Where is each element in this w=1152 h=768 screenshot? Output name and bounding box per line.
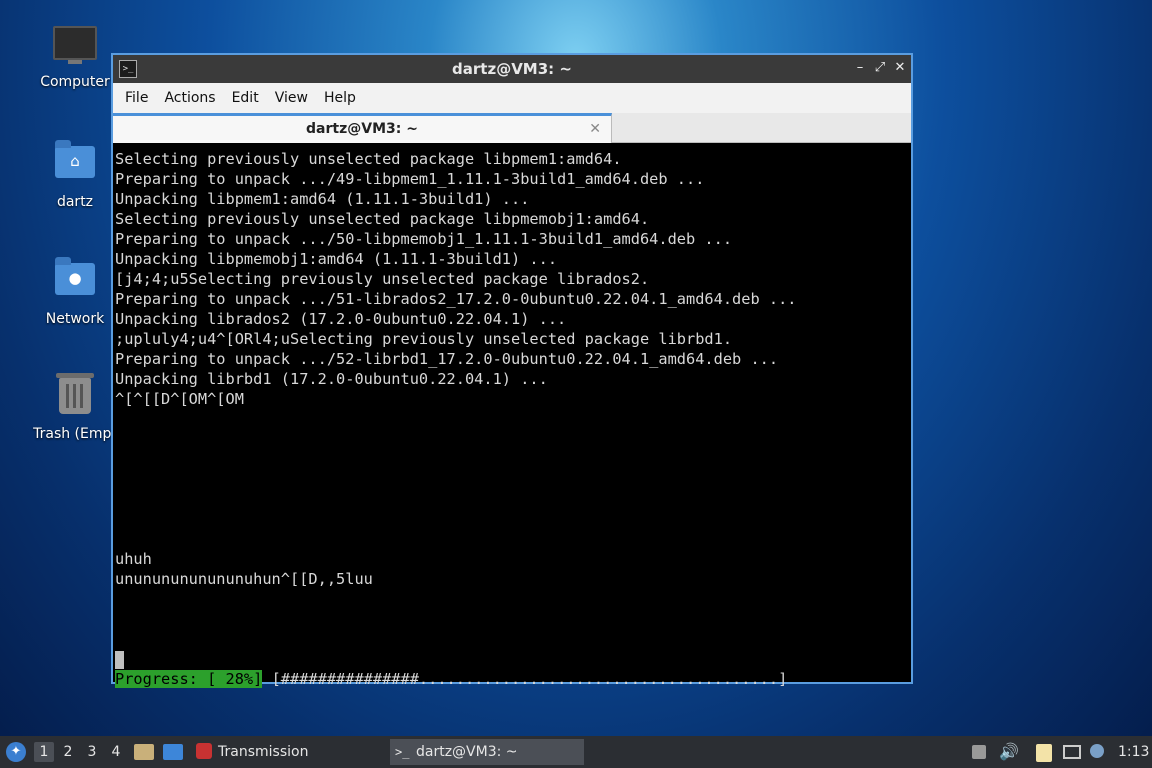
- cursor-line: [114, 649, 911, 669]
- desktop-icon-network[interactable]: ● Network: [27, 255, 123, 327]
- menu-help[interactable]: Help: [316, 90, 364, 106]
- task-transmission[interactable]: Transmission: [192, 739, 382, 765]
- workspace-4[interactable]: 4: [106, 742, 126, 762]
- notifications-icon[interactable]: [1090, 744, 1104, 758]
- taskbar: ✦ 1 2 3 4 Transmission >_ dartz@VM3: ~ 🔊…: [0, 736, 1152, 768]
- terminal-line: ;upluly4;u4^[ORl4;uSelecting previously …: [115, 330, 733, 348]
- terminal-line: Selecting previously unselected package …: [115, 210, 650, 228]
- progress-bar: [###############........................…: [262, 670, 788, 688]
- terminal-line: unununununununuhun^[[D,,5luu: [115, 570, 373, 588]
- network-folder-icon: ●: [53, 257, 97, 307]
- computer-icon: [53, 26, 97, 70]
- terminal-line: Selecting previously unselected package …: [115, 150, 622, 168]
- terminal-line: Preparing to unpack .../52-librbd1_17.2.…: [115, 350, 779, 368]
- trash-icon: [53, 373, 97, 422]
- desktop-icon-trash[interactable]: Trash (Empt: [27, 372, 123, 442]
- terminal-window: >_ dartz@VM3: ~ – ⤢ ✕ File Actions Edit …: [111, 53, 913, 688]
- terminal-line: Preparing to unpack .../51-librados2_17.…: [115, 290, 797, 308]
- clock[interactable]: 1:13: [1118, 736, 1149, 768]
- terminal-line: Unpacking libpmem1:amd64 (1.11.1-3build1…: [115, 190, 530, 208]
- show-desktop-icon[interactable]: [163, 744, 183, 760]
- clipboard-icon[interactable]: [1036, 744, 1052, 762]
- workspace-2[interactable]: 2: [58, 742, 78, 762]
- tab-title: dartz@VM3: ~: [306, 121, 418, 137]
- desktop-icon-label: Trash (Empt: [33, 426, 117, 442]
- terminal-line: Unpacking librbd1 (17.2.0-0ubuntu0.22.04…: [115, 370, 548, 388]
- file-manager-icon[interactable]: [134, 744, 154, 760]
- start-menu-icon[interactable]: ✦: [6, 742, 26, 762]
- menu-actions[interactable]: Actions: [156, 90, 223, 106]
- transmission-icon: [196, 743, 212, 759]
- tab-bar: dartz@VM3: ~ ✕: [113, 113, 911, 143]
- terminal-line: Unpacking librados2 (17.2.0-0ubuntu0.22.…: [115, 310, 567, 328]
- workspace-1[interactable]: 1: [34, 742, 54, 762]
- window-titlebar[interactable]: >_ dartz@VM3: ~ – ⤢ ✕: [113, 55, 911, 83]
- maximize-button[interactable]: ⤢: [871, 59, 889, 77]
- progress-label: Progress: [ 28%]: [115, 670, 263, 688]
- terminal-line: Preparing to unpack .../49-libpmem1_1.11…: [115, 170, 705, 188]
- home-folder-icon: ⌂: [53, 140, 97, 190]
- window-title: dartz@VM3: ~: [452, 60, 572, 78]
- close-button[interactable]: ✕: [891, 59, 909, 77]
- minimize-button[interactable]: –: [851, 59, 869, 77]
- terminal-line: uhuh: [115, 550, 152, 568]
- task-label: dartz@VM3: ~: [416, 744, 518, 760]
- terminal-output[interactable]: Selecting previously unselected package …: [114, 147, 911, 688]
- menubar: File Actions Edit View Help: [113, 83, 911, 113]
- terminal-line: Preparing to unpack .../50-libpmemobj1_1…: [115, 230, 733, 248]
- terminal-icon: >_: [395, 745, 410, 759]
- desktop-icon-home[interactable]: ⌂ dartz: [27, 138, 123, 210]
- desktop-icon-label: dartz: [56, 194, 94, 210]
- terminal-line: Unpacking libpmemobj1:amd64 (1.11.1-3bui…: [115, 250, 558, 268]
- desktop-icon-label: Network: [45, 311, 105, 327]
- desktop-icon-label: Computer: [40, 74, 110, 90]
- menu-view[interactable]: View: [267, 90, 316, 106]
- tab-close-icon[interactable]: ✕: [589, 116, 601, 142]
- terminal-line: ^[^[[D^[OM^[OM: [115, 390, 244, 408]
- terminal-line: [j4;4;u5Selecting previously unselected …: [115, 270, 650, 288]
- network-icon[interactable]: [1063, 745, 1081, 759]
- workspace-3[interactable]: 3: [82, 742, 102, 762]
- task-terminal[interactable]: >_ dartz@VM3: ~: [390, 739, 584, 765]
- menu-file[interactable]: File: [117, 90, 156, 106]
- menu-edit[interactable]: Edit: [224, 90, 267, 106]
- progress-line: Progress: [ 28%] [###############.......…: [114, 669, 911, 689]
- text-cursor: [115, 650, 124, 669]
- tab-terminal[interactable]: dartz@VM3: ~ ✕: [113, 113, 612, 143]
- updates-icon[interactable]: [972, 745, 986, 759]
- desktop-icon-computer[interactable]: Computer: [27, 22, 123, 90]
- volume-icon[interactable]: 🔊: [999, 736, 1019, 768]
- task-label: Transmission: [218, 744, 309, 760]
